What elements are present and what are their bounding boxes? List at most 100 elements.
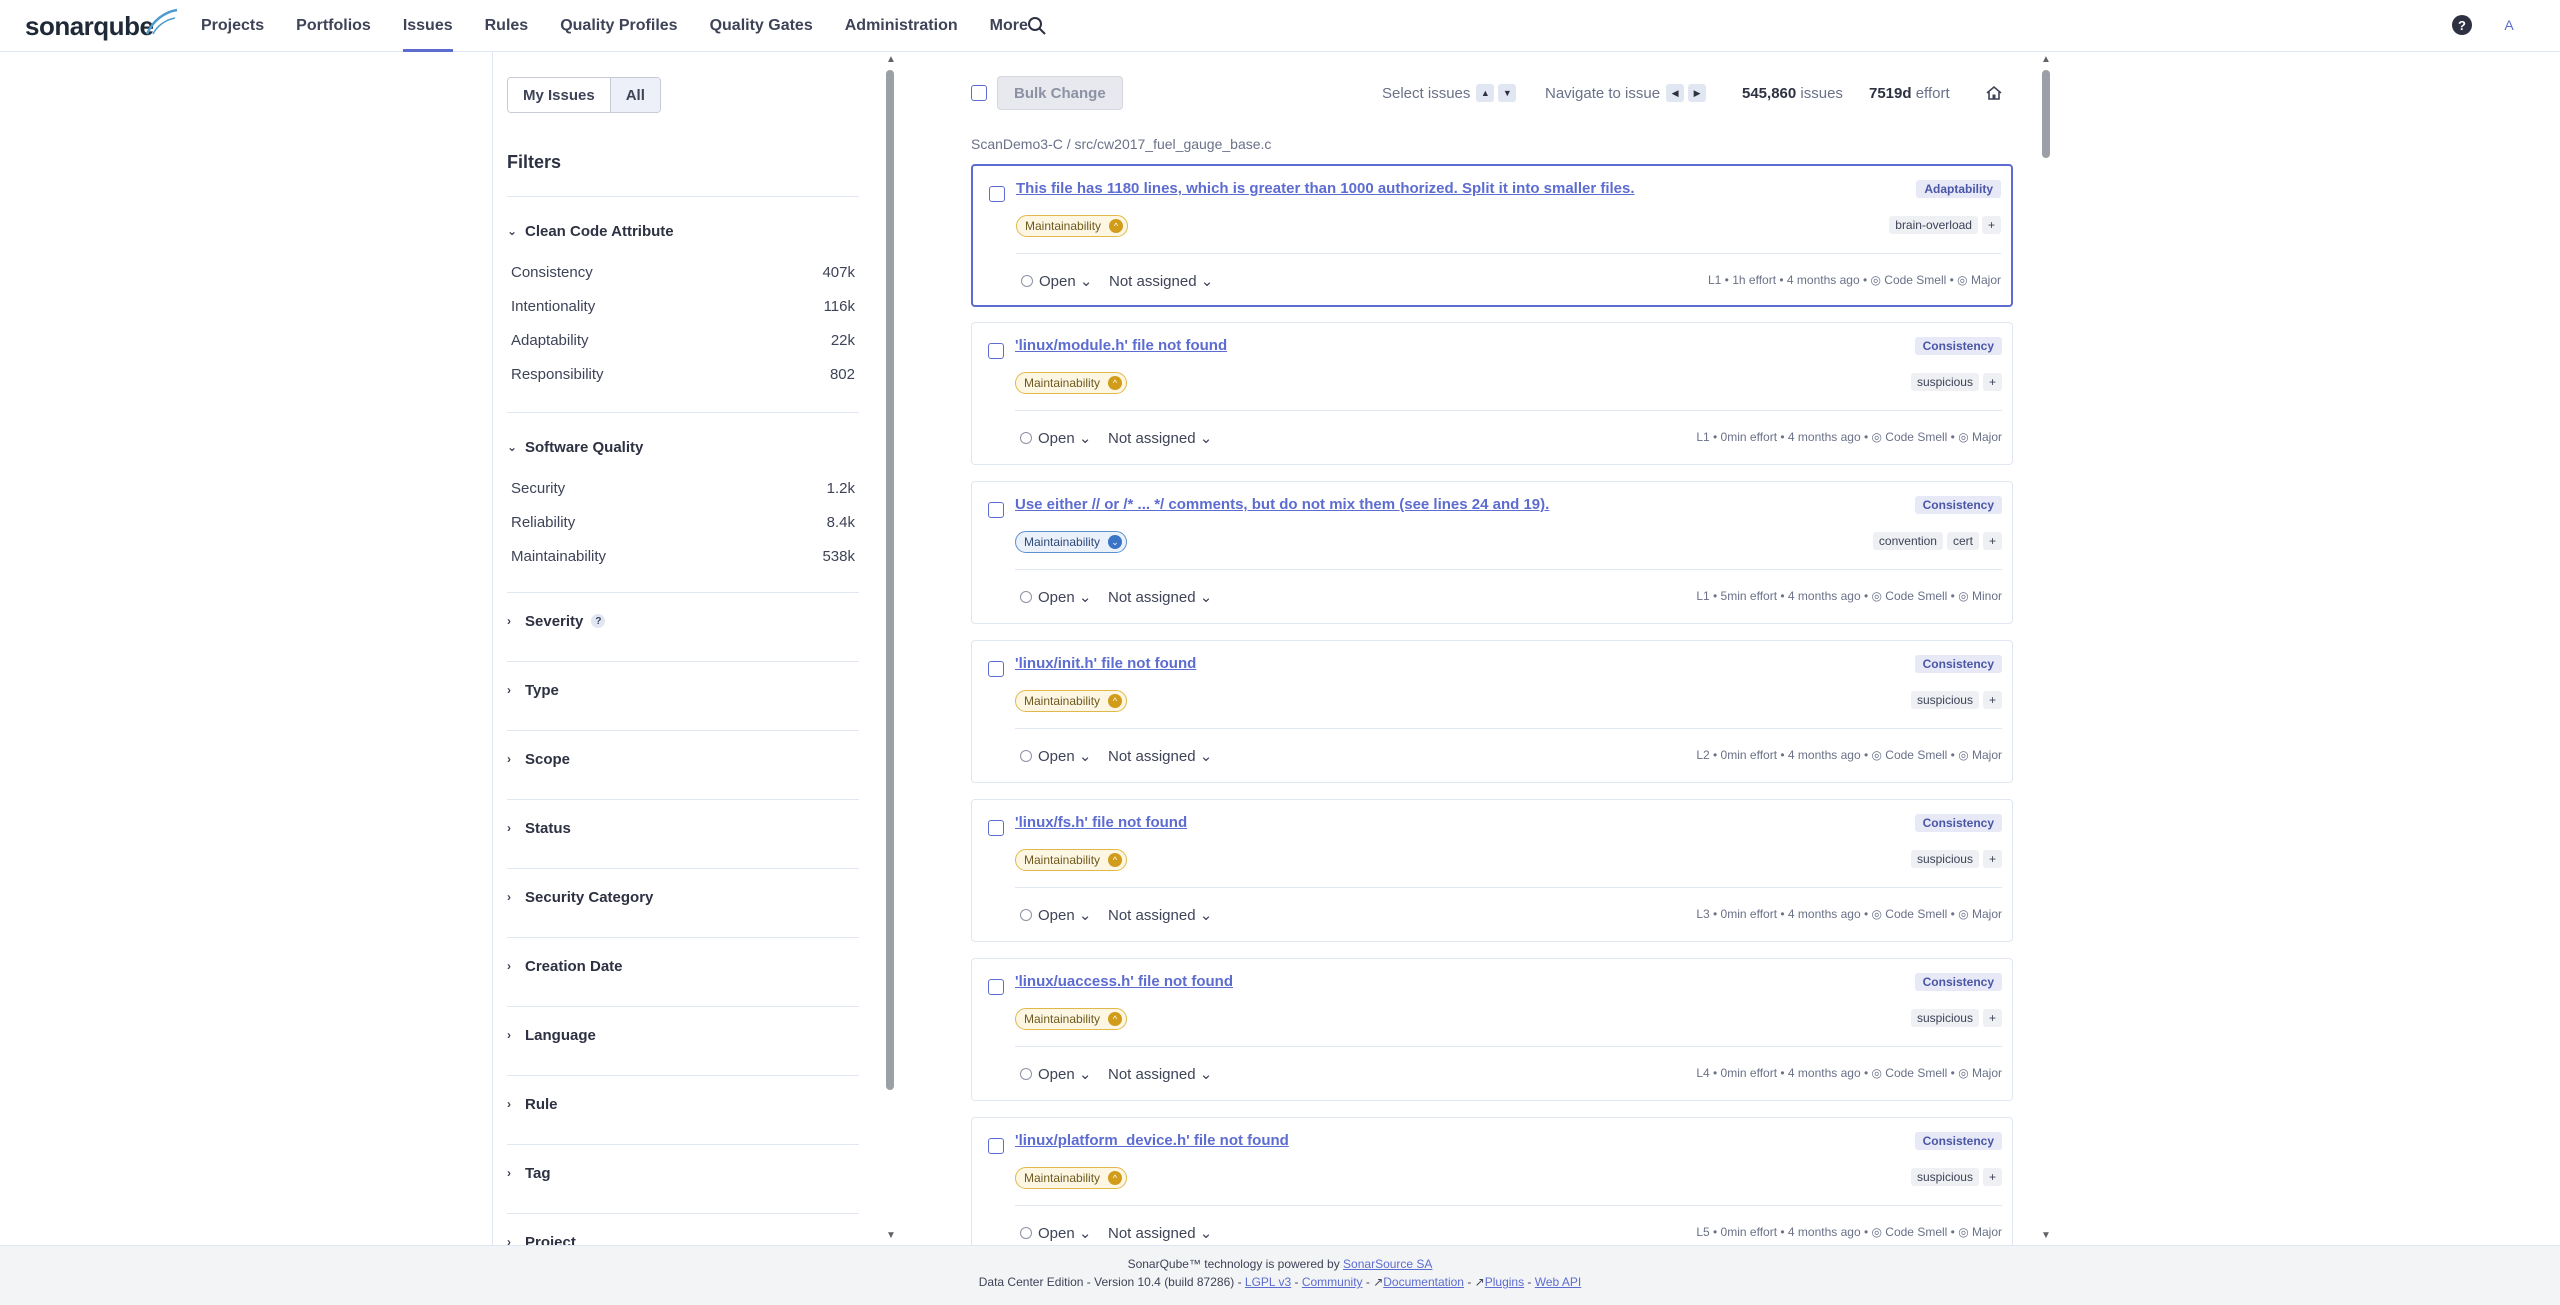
issues-scrollbar-thumb[interactable] [2042,70,2050,158]
issue-title-link[interactable]: 'linux/module.h' file not found [1015,337,1227,354]
issue-title-link[interactable]: 'linux/fs.h' file not found [1015,814,1187,831]
scope-filter-header[interactable]: › Scope [507,745,859,773]
tag[interactable]: suspicious [1910,373,1979,391]
tag[interactable]: brain-overload [1889,216,1978,234]
select-all-checkbox[interactable] [971,85,987,101]
security-category-filter-header[interactable]: › Security Category [507,883,859,911]
issue-card[interactable]: 'linux/platform_device.h' file not found… [971,1117,2013,1245]
lgpl-link[interactable]: LGPL v3 [1245,1275,1291,1289]
tag[interactable]: suspicious [1910,691,1979,709]
software-quality-pill[interactable]: Maintainability ^ [1015,849,1128,871]
type-filter-header[interactable]: › Type [507,676,859,704]
rule-filter-header[interactable]: › Rule [507,1090,859,1118]
documentation-link[interactable]: Documentation [1383,1275,1464,1289]
filter-option-responsibility[interactable]: Responsibility 802 [507,357,859,391]
creation-date-filter-header[interactable]: › Creation Date [507,952,859,980]
assignee-dropdown[interactable]: Not assigned ⌄ [1109,272,1213,290]
issue-card[interactable]: 'linux/fs.h' file not found Consistency … [971,799,2013,942]
nav-rules[interactable]: Rules [469,0,545,52]
add-tag-button[interactable]: + [1982,373,2002,391]
project-filter-header[interactable]: › Project [507,1228,859,1246]
tag[interactable]: convention [1872,532,1943,550]
issue-checkbox[interactable] [989,186,1005,202]
software-quality-pill[interactable]: Maintainability ^ [1016,215,1129,237]
nav-projects[interactable]: Projects [185,0,280,52]
plugins-link[interactable]: Plugins [1485,1275,1524,1289]
assignee-dropdown[interactable]: Not assigned ⌄ [1108,1224,1212,1242]
language-filter-header[interactable]: › Language [507,1021,859,1049]
software-quality-pill[interactable]: Maintainability ⌄ [1015,531,1128,553]
issue-card[interactable]: 'linux/init.h' file not found Consistenc… [971,640,2013,783]
filter-option-security[interactable]: Security 1.2k [507,471,859,505]
software-quality-pill[interactable]: Maintainability ^ [1015,372,1128,394]
nav-issues[interactable]: Issues [387,0,469,52]
status-dropdown[interactable]: Open ⌄ [1020,747,1091,765]
assignee-dropdown[interactable]: Not assigned ⌄ [1108,429,1212,447]
assignee-dropdown[interactable]: Not assigned ⌄ [1108,747,1212,765]
issue-title-link[interactable]: Use either // or /* ... */ comments, but… [1015,496,1549,513]
avatar[interactable]: A [2496,12,2522,38]
filter-option-consistency[interactable]: Consistency 407k [507,255,859,289]
add-tag-button[interactable]: + [1982,691,2002,709]
issue-checkbox[interactable] [988,820,1004,836]
issue-card[interactable]: 'linux/uaccess.h' file not found Consist… [971,958,2013,1101]
software-quality-pill[interactable]: Maintainability ^ [1015,690,1128,712]
add-tag-button[interactable]: + [1981,216,2001,234]
issue-title-link[interactable]: This file has 1180 lines, which is great… [1016,180,1635,197]
community-link[interactable]: Community [1302,1275,1363,1289]
scroll-up-arrow-icon[interactable]: ▲ [2041,54,2051,65]
filter-option-maintainability[interactable]: Maintainability 538k [507,539,859,573]
tag[interactable]: cert [1946,532,1979,550]
filter-option-adaptability[interactable]: Adaptability 22k [507,323,859,357]
status-dropdown[interactable]: Open ⌄ [1020,906,1091,924]
add-tag-button[interactable]: + [1982,850,2002,868]
web-api-link[interactable]: Web API [1535,1275,1581,1289]
add-tag-button[interactable]: + [1982,1009,2002,1027]
sidebar-scrollbar-thumb[interactable] [886,70,894,1090]
tag[interactable]: suspicious [1910,1168,1979,1186]
issue-title-link[interactable]: 'linux/init.h' file not found [1015,655,1196,672]
scroll-down-arrow-icon[interactable]: ▼ [2041,1230,2051,1241]
add-tag-button[interactable]: + [1982,1168,2002,1186]
issue-checkbox[interactable] [988,979,1004,995]
severity-filter-header[interactable]: › Severity? [507,607,859,635]
status-dropdown[interactable]: Open ⌄ [1020,588,1091,606]
issue-card[interactable]: 'linux/module.h' file not found Consiste… [971,322,2013,465]
issue-checkbox[interactable] [988,502,1004,518]
tag[interactable]: suspicious [1910,1009,1979,1027]
sonarsource-link[interactable]: SonarSource SA [1343,1257,1432,1271]
status-dropdown[interactable]: Open ⌄ [1020,429,1091,447]
issue-card[interactable]: This file has 1180 lines, which is great… [971,164,2013,307]
home-icon[interactable] [1985,84,2003,102]
issue-title-link[interactable]: 'linux/uaccess.h' file not found [1015,973,1233,990]
my-issues-button[interactable]: My Issues [508,78,610,112]
all-issues-button[interactable]: All [609,78,660,112]
issue-checkbox[interactable] [988,343,1004,359]
help-icon[interactable]: ? [591,614,606,628]
software-quality-pill[interactable]: Maintainability ^ [1015,1008,1128,1030]
issue-checkbox[interactable] [988,661,1004,677]
scroll-up-arrow-icon[interactable]: ▲ [886,54,896,65]
status-filter-header[interactable]: › Status [507,814,859,842]
add-tag-button[interactable]: + [1982,532,2002,550]
scroll-down-arrow-icon[interactable]: ▼ [886,1230,896,1241]
nav-administration[interactable]: Administration [829,0,974,52]
issue-checkbox[interactable] [988,1138,1004,1154]
filter-option-reliability[interactable]: Reliability 8.4k [507,505,859,539]
issue-card[interactable]: Use either // or /* ... */ comments, but… [971,481,2013,624]
assignee-dropdown[interactable]: Not assigned ⌄ [1108,906,1212,924]
filter-option-intentionality[interactable]: Intentionality 116k [507,289,859,323]
breadcrumb-file[interactable]: src/cw2017_fuel_gauge_base.c [1075,136,1272,152]
help-icon[interactable]: ? [2452,15,2472,35]
assignee-dropdown[interactable]: Not assigned ⌄ [1108,588,1212,606]
status-dropdown[interactable]: Open ⌄ [1020,1065,1091,1083]
status-dropdown[interactable]: Open ⌄ [1021,272,1092,290]
issue-title-link[interactable]: 'linux/platform_device.h' file not found [1015,1132,1289,1149]
clean-code-filter-header[interactable]: ⌄ Clean Code Attribute [507,217,859,245]
assignee-dropdown[interactable]: Not assigned ⌄ [1108,1065,1212,1083]
tag-filter-header[interactable]: › Tag [507,1159,859,1187]
breadcrumb-project[interactable]: ScanDemo3-C [971,136,1063,152]
sonarqube-logo[interactable]: sonarqube [25,8,178,44]
bulk-change-button[interactable]: Bulk Change [997,76,1123,110]
software-quality-pill[interactable]: Maintainability ^ [1015,1167,1128,1189]
